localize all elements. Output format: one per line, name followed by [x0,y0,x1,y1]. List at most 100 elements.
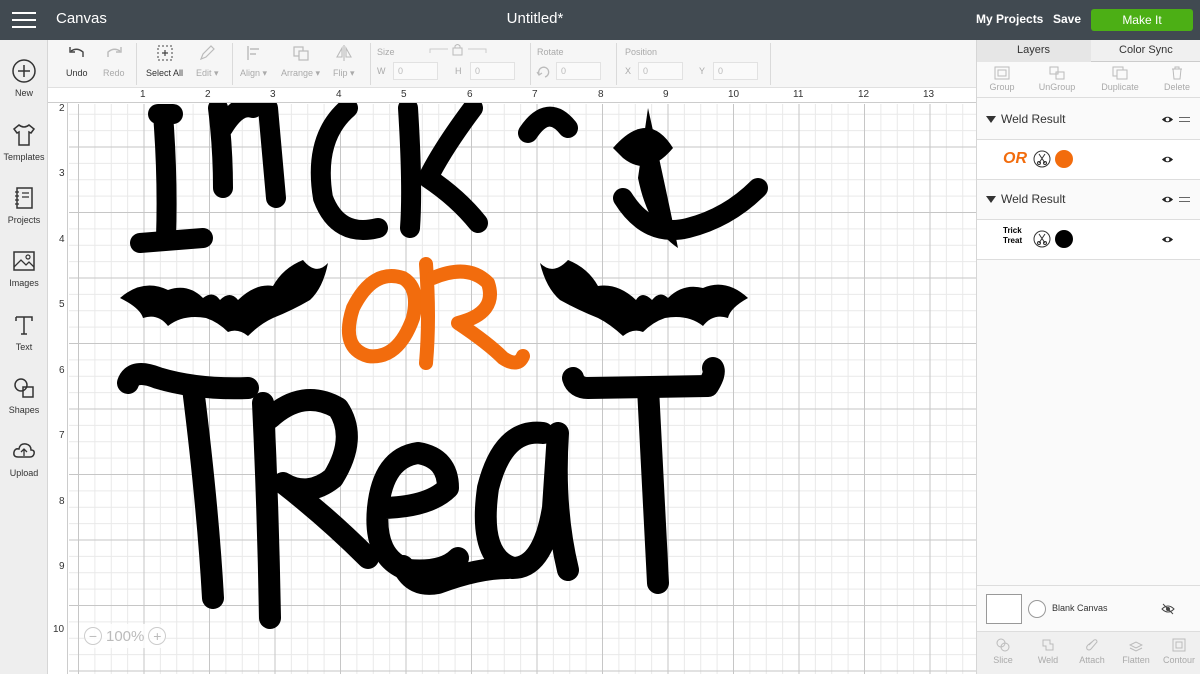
flatten-label: Flatten [1122,655,1150,665]
ruler-mark: 8 [598,89,604,100]
canvas-color-swatch[interactable] [1028,600,1046,618]
rotate-icon [536,66,550,78]
x-input[interactable]: 0 [638,62,683,80]
layer-group[interactable]: Weld Result [977,180,1200,220]
layer-color-swatch[interactable] [1055,150,1073,168]
treat-text-shape [117,357,725,629]
y-input[interactable]: 0 [713,62,758,80]
delete-button[interactable]: Delete [1149,66,1200,92]
make-it-button[interactable]: Make It [1091,9,1193,31]
slice-icon [996,638,1010,652]
ruler-mark: 1 [140,89,146,100]
sidebar-item-text[interactable]: Text [0,312,48,352]
sidebar-item-label: Text [15,342,33,352]
select-all-button[interactable]: Select All [146,44,183,78]
width-input[interactable]: 0 [393,62,438,80]
collapse-triangle-icon[interactable] [986,196,996,203]
sidebar-item-templates[interactable]: Templates [0,122,48,162]
align-dropdown[interactable]: Align ▾ [240,44,267,79]
sidebar-item-label: Templates [3,152,45,162]
bottom-actions: Slice Weld Attach Flatten Contour [977,631,1200,674]
weld-icon [1042,639,1054,651]
ruler-mark: 11 [793,89,804,100]
edit-dropdown[interactable]: Edit ▾ [196,44,219,79]
arrange-dropdown[interactable]: Arrange ▾ [281,44,320,79]
cut-scissors-icon[interactable] [1033,150,1051,168]
visibility-eye-icon[interactable] [1161,233,1174,246]
edit-icon [200,45,216,61]
ruler-mark: 7 [59,430,65,441]
design-canvas[interactable]: 1 2 3 4 5 6 7 8 9 10 11 12 13 2 3 4 5 6 … [48,88,976,674]
collapse-triangle-icon[interactable] [986,116,996,123]
undo-label: Undo [66,68,88,78]
save-button[interactable]: Save [1053,12,1081,26]
weld-button[interactable]: Weld [1026,638,1070,665]
blank-canvas-row[interactable]: Blank Canvas [977,585,1200,631]
layer-color-swatch[interactable] [1055,230,1073,248]
layer-group[interactable]: Weld Result [977,100,1200,140]
sidebar-item-images[interactable]: Images [0,248,48,288]
sidebar-item-projects[interactable]: Projects [0,185,48,225]
height-label: H [455,66,462,76]
tab-color-sync[interactable]: Color Sync [1119,44,1173,56]
group-name: Weld Result [1001,112,1066,126]
layer-thumbnail: OR [1003,150,1027,167]
ruler-mark: 4 [336,89,342,100]
redo-label: Redo [103,68,125,78]
layer-item[interactable]: Trick Treat [977,220,1200,260]
ruler-left: 2 3 4 5 6 7 8 9 10 [48,103,68,674]
undo-button[interactable]: Undo [66,44,88,78]
zoom-out-button[interactable]: − [84,627,102,645]
sidebar-item-upload[interactable]: Upload [0,438,48,478]
ungroup-button[interactable]: UnGroup [1029,66,1085,92]
flip-dropdown[interactable]: Flip ▾ [333,44,355,79]
sidebar-item-shapes[interactable]: Shapes [0,375,48,415]
left-bat-shape [120,260,328,336]
ruler-mark: 7 [532,89,538,100]
ruler-mark: 6 [59,365,65,376]
tab-layers[interactable]: Layers [1017,44,1050,56]
ruler-mark: 13 [923,89,935,100]
visibility-eye-icon[interactable] [1161,153,1174,166]
flip-label: Flip [333,68,348,78]
layer-item[interactable]: OR [977,140,1200,180]
sidebar-item-new[interactable]: New [0,58,48,98]
ruler-mark: 9 [663,89,669,100]
panel-tabs: Layers Color Sync [977,40,1200,62]
zoom-in-button[interactable]: + [148,627,167,645]
duplicate-label: Duplicate [1101,82,1139,92]
text-t-icon [15,316,33,335]
group-button[interactable]: Group [974,66,1030,92]
ruler-mark: 8 [59,496,65,507]
ruler-mark: 6 [467,89,473,100]
flatten-button[interactable]: Flatten [1114,638,1158,665]
drag-handle-icon[interactable] [1179,117,1190,122]
align-label: Align [240,68,261,78]
visibility-eye-icon[interactable] [1161,113,1174,126]
slice-button[interactable]: Slice [981,638,1025,665]
lock-icon[interactable] [428,43,488,57]
visibility-eye-icon[interactable] [1161,193,1174,206]
my-projects-link[interactable]: My Projects [976,12,1043,26]
ruler-mark: 5 [401,89,407,100]
document-title[interactable]: Untitled* [0,10,1070,27]
flatten-icon [1129,641,1143,652]
image-icon [13,251,35,271]
sidebar-item-label: Shapes [8,405,40,415]
trick-or-treat-artwork[interactable] [48,88,976,674]
contour-button[interactable]: Contour [1157,638,1200,665]
drag-handle-icon[interactable] [1179,197,1190,202]
height-input[interactable]: 0 [470,62,515,80]
ruler-mark: 12 [858,89,870,100]
hidden-eye-icon[interactable] [1161,603,1175,616]
redo-button[interactable]: Redo [103,44,125,78]
rotate-input[interactable]: 0 [556,62,601,80]
cut-scissors-icon[interactable] [1033,230,1051,248]
attach-button[interactable]: Attach [1070,638,1114,665]
ungroup-label: UnGroup [1038,82,1076,92]
zoom-level: 100% [106,627,145,645]
edit-label: Edit [196,68,212,78]
duplicate-button[interactable]: Duplicate [1092,66,1148,92]
notebook-icon [15,187,33,209]
select-all-label: Select All [146,68,184,78]
